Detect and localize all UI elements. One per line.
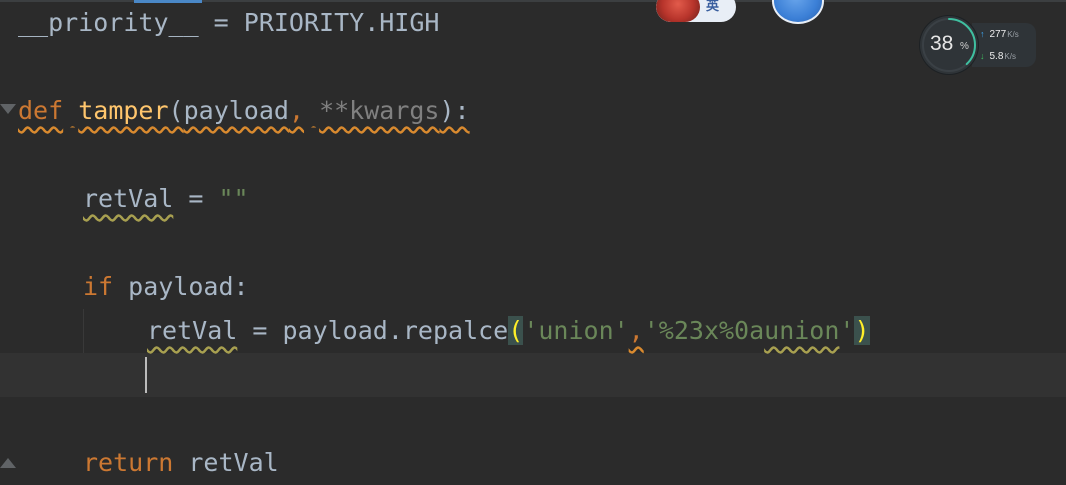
def-keyword: def: [18, 96, 64, 125]
code-line-priority[interactable]: __priority__ = PRIORITY.HIGH: [18, 3, 439, 43]
cpu-percent-value: 38: [930, 32, 954, 55]
priority-dunder: __priority__: [18, 8, 199, 37]
retval-variable: retVal: [83, 184, 174, 213]
cpu-percent-unit: %: [960, 41, 969, 52]
param-comma: ,: [288, 96, 305, 125]
assign-operator: =: [198, 8, 244, 37]
code-line-return[interactable]: return retVal: [83, 443, 279, 483]
assign-operator: =: [173, 184, 219, 213]
fold-close-icon[interactable]: [0, 458, 16, 468]
retval-variable: retVal: [147, 316, 238, 345]
return-value: retVal: [188, 448, 279, 477]
return-keyword: return: [83, 448, 174, 477]
upload-value: 277: [989, 29, 1007, 40]
replace-call: payload.repalce: [282, 316, 509, 345]
input-language-label: 英: [706, 0, 720, 14]
code-line-def[interactable]: def tamper(payload, **kwargs):: [18, 91, 470, 131]
open-paren: (: [168, 96, 184, 125]
speed-panel: ↑ 277K/s ↓ 5.8K/s: [972, 23, 1036, 67]
text-caret: [145, 357, 147, 393]
arg-comma: ,: [628, 316, 644, 345]
fold-open-icon[interactable]: [0, 104, 16, 114]
arg-replacement-prefix: '%23x%0a: [643, 316, 765, 345]
indent-guide: [83, 309, 84, 353]
upload-speed: ↑ 277K/s: [980, 26, 1019, 42]
download-unit: K/s: [1004, 52, 1016, 61]
cpu-gauge: 38 %: [920, 16, 978, 74]
param-kwargs: **kwargs: [319, 96, 440, 125]
code-line-replace[interactable]: retVal = payload.repalce('union','%23x%0…: [147, 311, 870, 351]
code-line-if[interactable]: if payload:: [83, 267, 249, 307]
empty-string: "": [218, 184, 249, 213]
arg-union: 'union': [523, 316, 629, 345]
param-payload: payload: [183, 96, 289, 125]
arg-replacement-quote: ': [839, 316, 855, 345]
close-paren-highlight: ): [854, 316, 870, 345]
avatar-icon: [656, 0, 700, 22]
download-value: 5.8: [989, 51, 1004, 62]
if-condition: payload:: [128, 272, 249, 301]
upload-arrow-icon: ↑: [980, 29, 985, 39]
code-line-retval-init[interactable]: retVal = "": [83, 179, 249, 219]
upload-unit: K/s: [1007, 30, 1019, 39]
if-keyword: if: [83, 272, 114, 301]
assign-operator: =: [237, 316, 283, 345]
priority-value: PRIORITY.HIGH: [243, 8, 440, 37]
download-speed: ↓ 5.8K/s: [980, 48, 1016, 64]
input-method-widget[interactable]: 英: [656, 0, 736, 22]
current-line-highlight: [0, 353, 1066, 397]
arg-replacement-union: union: [764, 316, 840, 345]
function-name: tamper: [78, 96, 169, 125]
network-monitor-widget[interactable]: ↑ 277K/s ↓ 5.8K/s 38 %: [920, 16, 1036, 74]
open-paren-highlight: (: [508, 316, 524, 345]
close-paren-colon: ):: [439, 96, 470, 125]
code-editor[interactable]: __priority__ = PRIORITY.HIGH def tamper(…: [0, 0, 1066, 485]
download-arrow-icon: ↓: [980, 51, 985, 61]
